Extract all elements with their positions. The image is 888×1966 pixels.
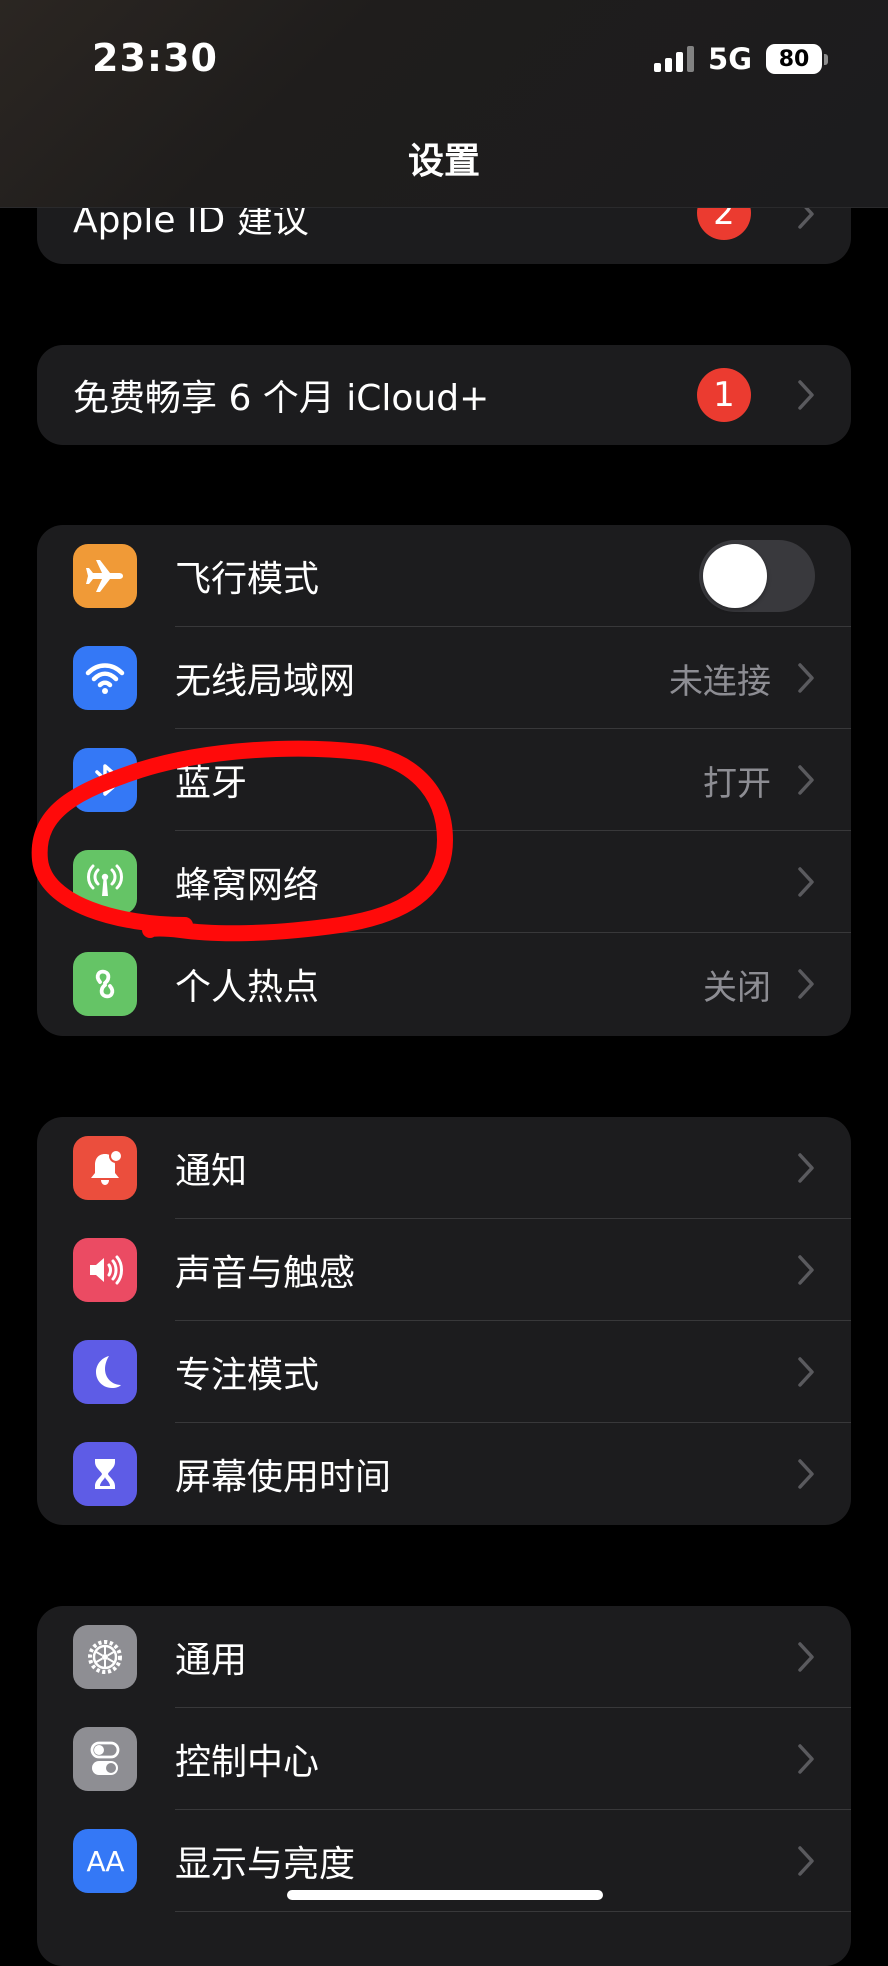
- control-center-label: 控制中心: [175, 1742, 320, 1783]
- general-row[interactable]: 通用: [37, 1606, 851, 1708]
- personal-hotspot-row[interactable]: 个人热点 关闭: [37, 933, 851, 1035]
- chevron-right-icon: [798, 1255, 814, 1285]
- signal-strength-icon: [654, 46, 695, 72]
- moon-icon: [73, 1340, 137, 1404]
- chevron-right-icon: [798, 1153, 814, 1183]
- notifications-row[interactable]: 通知: [37, 1117, 851, 1219]
- screen-time-row[interactable]: 屏幕使用时间: [37, 1423, 851, 1525]
- airplane-mode-label: 飞行模式: [175, 559, 320, 600]
- focus-row[interactable]: 专注模式: [37, 1321, 851, 1423]
- gear-icon: [73, 1625, 137, 1689]
- bluetooth-row[interactable]: 蓝牙 打开: [37, 729, 851, 831]
- battery-icon: 80: [766, 44, 828, 74]
- bluetooth-label: 蓝牙: [175, 763, 248, 804]
- airplane-mode-row: 飞行模式: [37, 525, 851, 627]
- wifi-label: 无线局域网: [175, 661, 356, 702]
- wifi-row[interactable]: 无线局域网 未连接: [37, 627, 851, 729]
- icloud-offer-group: 免费畅享 6 个月 iCloud+ 1: [37, 345, 851, 445]
- toggles-icon: [73, 1727, 137, 1791]
- bluetooth-icon: [73, 748, 137, 812]
- chevron-right-icon: [798, 1744, 814, 1774]
- airplane-mode-toggle[interactable]: [699, 540, 815, 612]
- focus-label: 专注模式: [175, 1355, 320, 1396]
- screen-time-label: 屏幕使用时间: [175, 1457, 392, 1498]
- speaker-icon: [73, 1238, 137, 1302]
- chevron-right-icon: [798, 1642, 814, 1672]
- icloud-offer-label: 免费畅享 6 个月 iCloud+: [73, 378, 490, 419]
- status-indicators: 5G 80: [654, 42, 828, 76]
- status-time: 23:30: [92, 36, 218, 80]
- text-size-icon-glyph: AA: [86, 1844, 124, 1878]
- connectivity-group: 飞行模式 无线局域网 未连接 蓝牙 打开 蜂窝网络 个人热点 关闭: [37, 525, 851, 1036]
- chevron-right-icon: [798, 867, 814, 897]
- wifi-status: 未连接: [669, 661, 771, 702]
- personal-hotspot-label: 个人热点: [175, 967, 320, 1008]
- bluetooth-status: 打开: [703, 763, 771, 804]
- notification-badge: 1: [697, 368, 751, 422]
- notification-bell-icon: [73, 1136, 137, 1200]
- control-center-row[interactable]: 控制中心: [37, 1708, 851, 1810]
- wifi-icon: [73, 646, 137, 710]
- icloud-offer-row[interactable]: 免费畅享 6 个月 iCloud+ 1: [37, 345, 851, 445]
- sounds-haptics-label: 声音与触感: [175, 1253, 356, 1294]
- general-group: 通用 控制中心 AA 显示与亮度: [37, 1606, 851, 1966]
- airplane-icon: [73, 544, 137, 608]
- network-type-label: 5G: [708, 42, 752, 76]
- toggle-knob: [703, 544, 767, 608]
- chevron-right-icon: [798, 380, 814, 410]
- text-size-icon: AA: [73, 1829, 137, 1893]
- chevron-right-icon: [798, 765, 814, 795]
- page-title: 设置: [407, 141, 480, 182]
- cellular-label: 蜂窝网络: [175, 865, 320, 906]
- chevron-right-icon: [798, 1846, 814, 1876]
- battery-level: 80: [766, 44, 822, 74]
- chevron-right-icon: [798, 663, 814, 693]
- personal-hotspot-status: 关闭: [703, 967, 771, 1008]
- chevron-right-icon: [798, 1459, 814, 1489]
- notifications-group: 通知 声音与触感 专注模式 屏幕使用时间: [37, 1117, 851, 1525]
- sounds-haptics-row[interactable]: 声音与触感: [37, 1219, 851, 1321]
- chevron-right-icon: [798, 1357, 814, 1387]
- home-indicator: [287, 1890, 603, 1900]
- hotspot-icon: [73, 952, 137, 1016]
- chevron-right-icon: [798, 969, 814, 999]
- notifications-label: 通知: [175, 1151, 248, 1192]
- cellular-row[interactable]: 蜂窝网络: [37, 831, 851, 933]
- hourglass-icon: [73, 1442, 137, 1506]
- status-bar: 23:30 5G 80: [0, 0, 888, 124]
- display-brightness-label: 显示与亮度: [175, 1844, 356, 1885]
- general-label: 通用: [175, 1640, 248, 1681]
- cellular-antenna-icon: [73, 850, 137, 914]
